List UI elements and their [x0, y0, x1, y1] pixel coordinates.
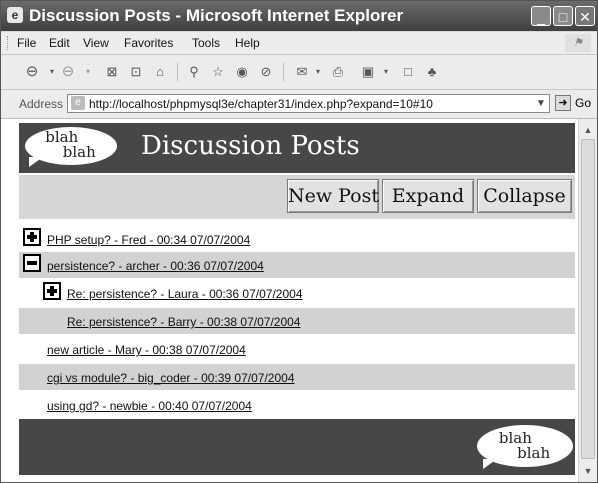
forum-page: blah blah Discussion Posts New Post Expa… [19, 119, 575, 482]
new-post-button[interactable]: New Post [287, 179, 379, 213]
menu-grip [7, 36, 11, 50]
media-icon[interactable]: ◉ [233, 63, 251, 81]
toolbar: ⊖ ▾ ⊖ ▾ ⊠ ⊡ ⌂ ⚲ ☆ ◉ ⊘ ✉ ▾ ⎙ ▣ ▾ □ ♣ [1, 55, 597, 90]
scroll-down-icon[interactable]: ▼ [581, 464, 595, 478]
post-link[interactable]: persistence? - archer - 00:36 07/07/2004 [47, 259, 264, 273]
post-link[interactable]: new article - Mary - 00:38 07/07/2004 [47, 343, 246, 357]
blah-logo: blah blah [25, 127, 117, 167]
page-header: blah blah Discussion Posts [19, 123, 575, 173]
menu-file[interactable]: File [17, 36, 36, 50]
toolbar-separator [283, 63, 284, 81]
forward-icon[interactable]: ⊖ [59, 63, 77, 81]
menu-favorites[interactable]: Favorites [124, 36, 173, 50]
search-icon[interactable]: ⚲ [185, 63, 203, 81]
refresh-icon[interactable]: ⊡ [127, 63, 145, 81]
post-link[interactable]: cgi vs module? - big_coder - 00:39 07/07… [47, 371, 295, 385]
menu-tools[interactable]: Tools [192, 36, 220, 50]
home-icon[interactable]: ⌂ [151, 63, 169, 81]
page-viewport: blah blah Discussion Posts New Post Expa… [1, 119, 597, 482]
title-bar: e Discussion Posts - Microsoft Internet … [1, 1, 597, 31]
menu-view[interactable]: View [83, 36, 109, 50]
menu-edit[interactable]: Edit [49, 36, 70, 50]
post-row: PHP setup? - Fred - 00:34 07/07/2004 [19, 226, 575, 252]
post-link[interactable]: using gd? - newbie - 00:40 07/07/2004 [47, 399, 252, 413]
post-row: new article - Mary - 00:38 07/07/2004 [19, 336, 575, 362]
page-icon: e [71, 96, 85, 110]
expand-icon[interactable] [23, 228, 41, 246]
vertical-scrollbar[interactable]: ▲ ▼ [578, 119, 597, 482]
edit-dropdown-icon[interactable]: ▾ [377, 63, 395, 81]
collapse-button[interactable]: Collapse [477, 179, 572, 213]
post-row: using gd? - newbie - 00:40 07/07/2004 [19, 392, 575, 418]
print-icon[interactable]: ⎙ [329, 63, 347, 81]
expand-icon[interactable] [43, 282, 61, 300]
post-link[interactable]: PHP setup? - Fred - 00:34 07/07/2004 [47, 233, 250, 247]
back-icon[interactable]: ⊖ [23, 63, 41, 81]
edit-icon[interactable]: ▣ [359, 63, 377, 81]
address-url[interactable]: http://localhost/phpmysql3e/chapter31/in… [89, 97, 433, 111]
go-arrow-icon[interactable]: ➜ [555, 95, 571, 111]
browser-window: e Discussion Posts - Microsoft Internet … [0, 0, 598, 483]
action-bar: New Post Expand Collapse [19, 175, 575, 219]
expand-button[interactable]: Expand [382, 179, 474, 213]
address-input[interactable]: e http://localhost/phpmysql3e/chapter31/… [67, 94, 550, 113]
forward-dropdown-icon[interactable]: ▾ [79, 63, 97, 81]
logo-tail [483, 459, 497, 469]
go-button[interactable]: ➜ Go [555, 94, 595, 113]
blah-logo: blah blah [477, 425, 573, 469]
address-bar: Address e http://localhost/phpmysql3e/ch… [1, 90, 597, 119]
logo-text-2: blah [62, 143, 96, 161]
menu-help[interactable]: Help [235, 36, 260, 50]
post-row: persistence? - archer - 00:36 07/07/2004 [19, 252, 575, 278]
favorites-icon[interactable]: ☆ [209, 63, 227, 81]
mail-dropdown-icon[interactable]: ▾ [309, 63, 327, 81]
maximize-button[interactable]: □ [553, 6, 573, 26]
post-row: Re: persistence? - Barry - 00:38 07/07/2… [19, 308, 575, 334]
toolbar-separator [177, 63, 178, 81]
discuss-icon[interactable]: □ [399, 63, 417, 81]
scroll-thumb[interactable] [581, 139, 595, 459]
menu-bar: File Edit View Favorites Tools Help ⚑ [1, 32, 597, 55]
close-button[interactable]: ✕ [575, 6, 595, 26]
minimize-button[interactable]: _ [531, 6, 551, 26]
post-link[interactable]: Re: persistence? - Barry - 00:38 07/07/2… [67, 315, 300, 329]
windows-flag-icon: ⚑ [565, 34, 591, 52]
post-row: Re: persistence? - Laura - 00:36 07/07/2… [19, 280, 575, 306]
window-title: Discussion Posts - Microsoft Internet Ex… [29, 6, 404, 25]
history-icon[interactable]: ⊘ [257, 63, 275, 81]
post-row: cgi vs module? - big_coder - 00:39 07/07… [19, 364, 575, 390]
collapse-icon[interactable] [23, 254, 41, 272]
page-footer: blah blah [19, 419, 575, 475]
address-label: Address [19, 97, 64, 111]
logo-text-2: blah [517, 444, 551, 462]
go-label[interactable]: Go [575, 96, 591, 110]
scroll-up-icon[interactable]: ▲ [581, 123, 595, 137]
logo-tail [29, 157, 43, 167]
post-link[interactable]: Re: persistence? - Laura - 00:36 07/07/2… [67, 287, 303, 301]
ie-icon: e [7, 7, 23, 23]
stop-icon[interactable]: ⊠ [103, 63, 121, 81]
address-dropdown-icon[interactable]: ▼ [533, 95, 549, 112]
page-title: Discussion Posts [141, 131, 360, 161]
messenger-icon[interactable]: ♣ [423, 63, 441, 81]
